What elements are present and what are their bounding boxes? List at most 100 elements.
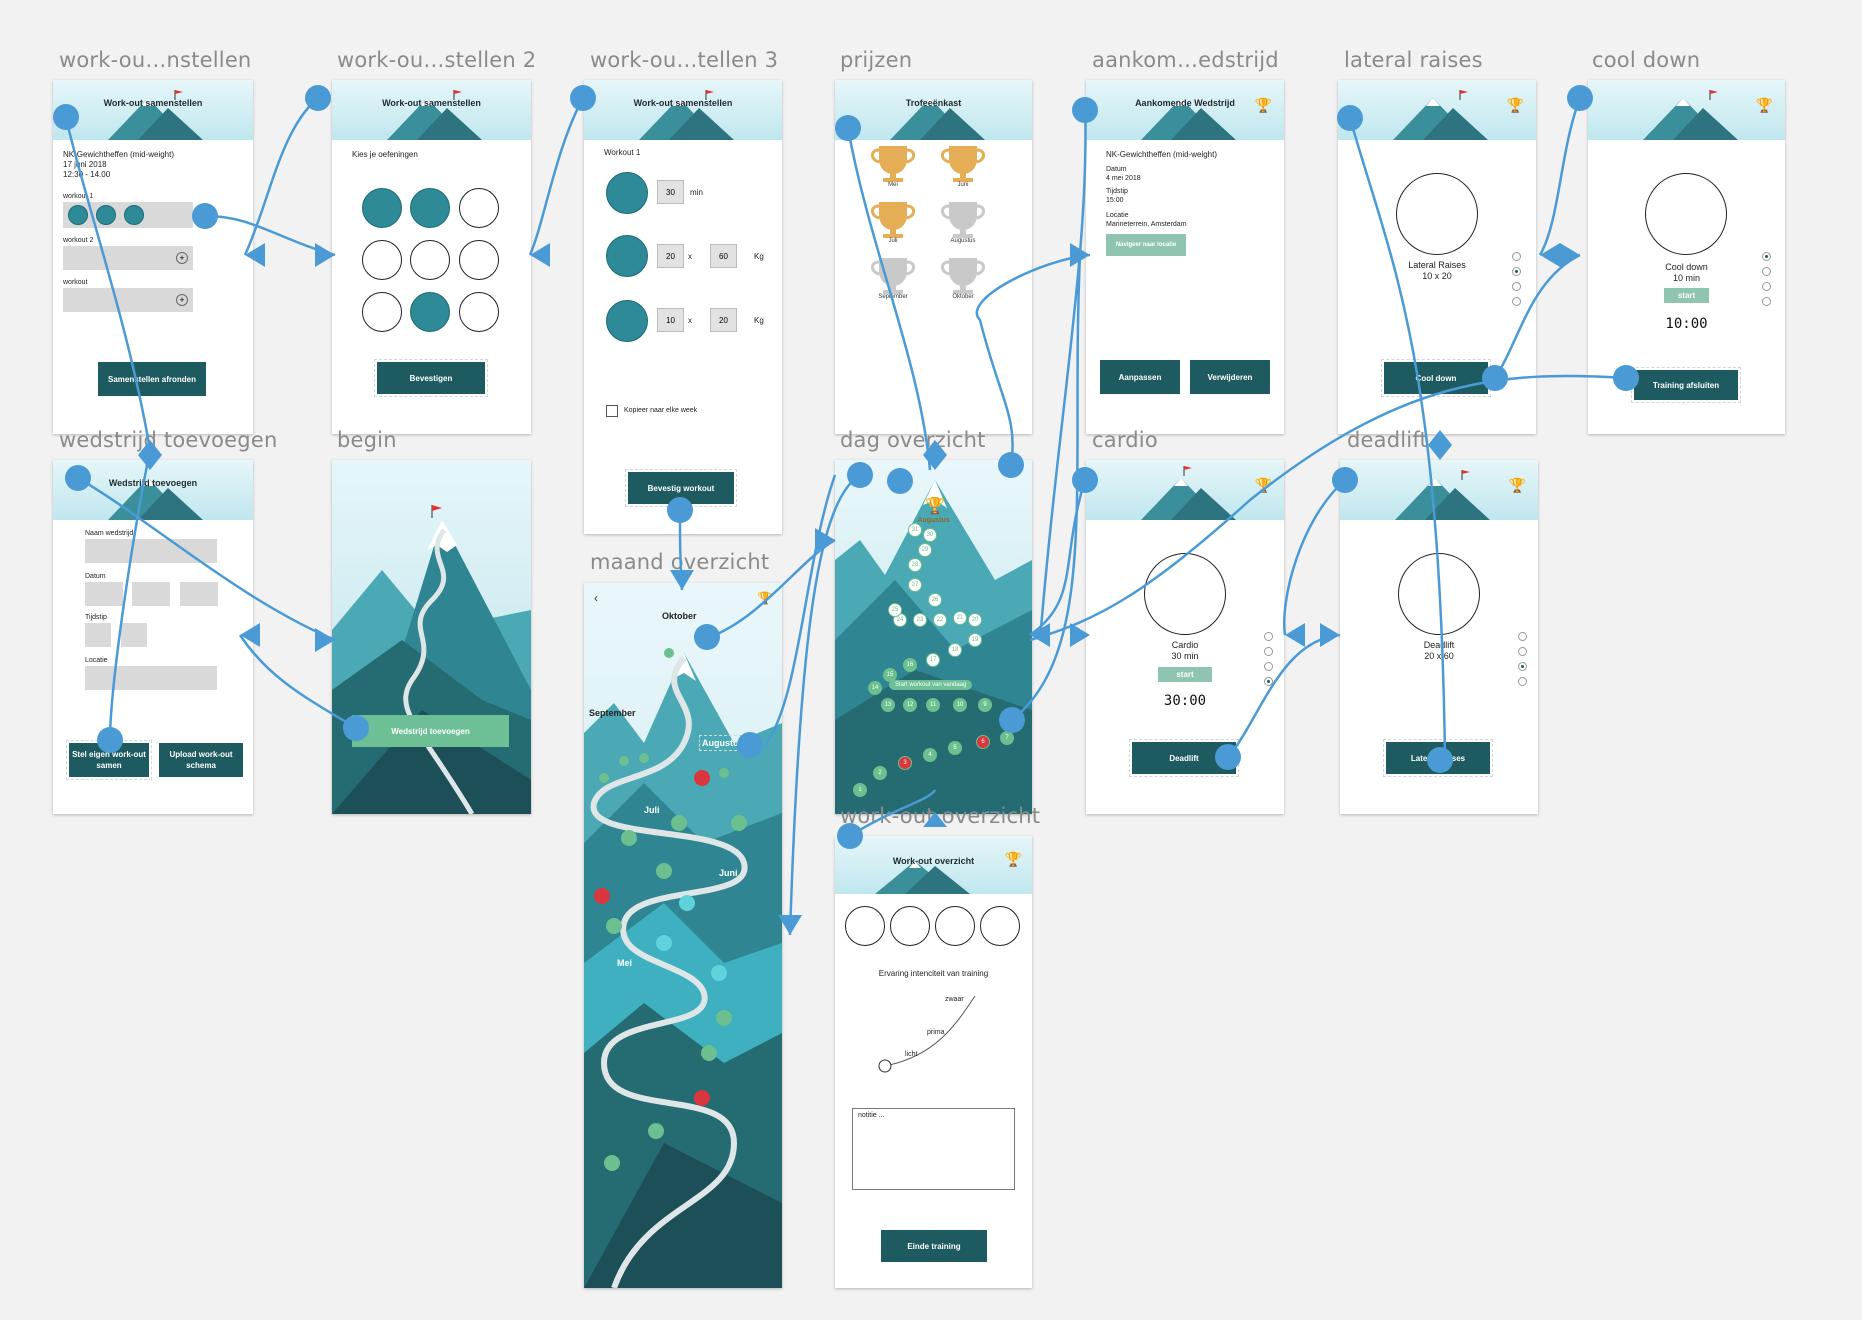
- day-dot[interactable]: 2: [873, 766, 887, 780]
- progress-dot[interactable]: [664, 648, 674, 658]
- trophy-icon[interactable]: 🏆: [757, 591, 772, 605]
- progress-dot[interactable]: [694, 770, 710, 786]
- artboard-workout-samenstellen[interactable]: Work-out samenstellen NK-Gewichtheffen (…: [53, 80, 253, 434]
- day-dot[interactable]: 4: [923, 748, 937, 762]
- notitie-textarea[interactable]: notitie ...: [852, 1108, 1015, 1190]
- artboard-workout-samenstellen-3[interactable]: Work-out samenstellen Workout 1 30 min 2…: [584, 80, 782, 534]
- month-select[interactable]: [132, 582, 170, 606]
- trophy-icon[interactable]: 🏆: [1255, 97, 1272, 114]
- artboard-workout-samenstellen-2[interactable]: Work-out samenstellen Kies je oefeningen…: [332, 80, 531, 434]
- day-dot[interactable]: 31: [908, 523, 922, 537]
- bench-press-icon[interactable]: [459, 188, 499, 228]
- day-dot[interactable]: 29: [918, 543, 932, 557]
- trophy-item[interactable]: Oktober: [935, 254, 991, 304]
- progress-dot[interactable]: [694, 1090, 710, 1106]
- day-dot[interactable]: 16: [903, 658, 917, 672]
- month-label[interactable]: Augustus: [699, 735, 747, 751]
- machine-icon[interactable]: [362, 240, 402, 280]
- add-icon[interactable]: +: [176, 252, 188, 264]
- progress-dot[interactable]: [619, 756, 629, 766]
- aanpassen-button[interactable]: Aanpassen: [1100, 360, 1180, 394]
- level-prima[interactable]: prima: [927, 1029, 945, 1036]
- progress-dot[interactable]: [599, 773, 609, 783]
- workout2-field[interactable]: +: [63, 246, 193, 270]
- navigeer-button[interactable]: Navigeer naar locatie: [1106, 234, 1186, 256]
- day-dot[interactable]: 20: [968, 613, 982, 627]
- progress-dot[interactable]: [606, 918, 622, 934]
- minutes-stepper[interactable]: 30: [657, 180, 684, 204]
- day-dot[interactable]: 3: [898, 756, 912, 770]
- verwijderen-button[interactable]: Verwijderen: [1190, 360, 1270, 394]
- training-afsluiten-button[interactable]: Training afsluiten: [1631, 367, 1741, 403]
- copy-checkbox[interactable]: [606, 405, 618, 417]
- bevestig-workout-button[interactable]: Bevestig workout: [625, 469, 737, 507]
- artboard-deadlift[interactable]: 🏆 Deadlift 20 x 60 Lateral Raises: [1340, 460, 1538, 814]
- trophy-icon[interactable]: 🏆: [1005, 851, 1022, 868]
- day-dot[interactable]: 10: [953, 698, 967, 712]
- progress-dot[interactable]: [731, 815, 747, 831]
- trophy-item[interactable]: Juni: [935, 142, 991, 192]
- sets-stepper[interactable]: 10: [657, 308, 684, 332]
- month-label[interactable]: Mei: [617, 958, 632, 968]
- lift-icon[interactable]: [410, 292, 450, 332]
- month-label[interactable]: Juni: [719, 868, 738, 878]
- artboard-prijzen[interactable]: Trofeeënkast Mei Juni Juli Augustus Septembe…: [835, 80, 1032, 434]
- back-icon[interactable]: ‹: [594, 591, 598, 605]
- day-dot[interactable]: 22: [933, 613, 947, 627]
- locatie-input[interactable]: [85, 666, 217, 690]
- sets-stepper[interactable]: 20: [657, 244, 684, 268]
- start-button[interactable]: start: [1158, 667, 1212, 682]
- trophy-icon[interactable]: 🏆: [1756, 97, 1773, 114]
- upload-schema-button[interactable]: Upload work-out schema: [159, 743, 243, 777]
- day-dot[interactable]: 9: [978, 698, 992, 712]
- progress-dot[interactable]: [701, 1045, 717, 1061]
- day-dot[interactable]: 7: [1000, 731, 1014, 745]
- day-dot[interactable]: 27: [908, 578, 922, 592]
- artboard-maand-overzicht[interactable]: ‹ 🏆 Oktober September Augustus Juli Juni…: [584, 583, 782, 1288]
- month-label[interactable]: Juli: [644, 805, 660, 815]
- progress-dot[interactable]: [711, 965, 727, 981]
- day-dot[interactable]: 6: [976, 735, 990, 749]
- artboard-wedstrijd-toevoegen[interactable]: Wedstrijd toevoegen Naam wedstrijd Datum…: [53, 460, 253, 814]
- day-dot[interactable]: 26: [928, 593, 942, 607]
- artboard-aankomende-wedstrijd[interactable]: Aankomende Wedstrijd 🏆 NK-Gewichtheffen …: [1086, 80, 1284, 434]
- cool-down-button[interactable]: Cool down: [1381, 359, 1491, 397]
- start-button[interactable]: start: [1664, 288, 1709, 303]
- trophy-icon[interactable]: 🏆: [1255, 477, 1272, 494]
- progress-dot[interactable]: [604, 1155, 620, 1171]
- trophy-icon[interactable]: 🏆: [1507, 97, 1524, 114]
- einde-training-button[interactable]: Einde training: [881, 1230, 987, 1262]
- naam-input[interactable]: [85, 539, 217, 563]
- month-label[interactable]: September: [589, 708, 636, 718]
- month-label[interactable]: Oktober: [662, 611, 697, 621]
- lateral-raise-icon[interactable]: [459, 240, 499, 280]
- progress-dot[interactable]: [719, 768, 729, 778]
- wedstrijd-toevoegen-button[interactable]: Wedstrijd toevoegen: [352, 715, 509, 747]
- weight-stepper[interactable]: 20: [710, 308, 737, 332]
- day-dot[interactable]: 13: [881, 698, 895, 712]
- workout1-field[interactable]: [63, 202, 193, 228]
- trophy-icon[interactable]: 🏆: [1509, 477, 1526, 494]
- progress-dot[interactable]: [594, 888, 610, 904]
- artboard-dag-overzicht[interactable]: Augustus 🏆 Start workout van vandaag 123…: [835, 460, 1032, 814]
- progress-dot[interactable]: [648, 1123, 664, 1139]
- stel-eigen-workout-button[interactable]: Stel eigen work-out samen: [66, 740, 152, 780]
- progress-dot[interactable]: [639, 753, 649, 763]
- day-dot[interactable]: 12: [903, 698, 917, 712]
- workout3-field[interactable]: +: [63, 288, 193, 312]
- day-dot[interactable]: 21: [953, 611, 967, 625]
- artboard-workout-overzicht[interactable]: Work-out overzicht 🏆 Ervaring intencitei…: [835, 836, 1032, 1288]
- progress-dot[interactable]: [656, 935, 672, 951]
- artboard-lateral-raises[interactable]: 🏆 Lateral Raises 10 x 20 Cool down: [1338, 80, 1536, 434]
- progress-dot[interactable]: [671, 815, 687, 831]
- add-icon[interactable]: +: [176, 294, 188, 306]
- samenstellen-afronden-button[interactable]: Samenstellen afronden: [98, 362, 206, 396]
- start-workout-chip[interactable]: Start workout van vandaag: [889, 680, 973, 690]
- day-dot[interactable]: 14: [868, 681, 882, 695]
- day-dot[interactable]: 19: [968, 633, 982, 647]
- press-icon[interactable]: [362, 292, 402, 332]
- day-dot[interactable]: 15: [883, 668, 897, 682]
- treadmill-icon[interactable]: [362, 188, 402, 228]
- artboard-cool-down[interactable]: 🏆 Cool down 10 min start 10:00 Training …: [1588, 80, 1785, 434]
- lateral-raises-button[interactable]: Lateral Raises: [1383, 739, 1493, 777]
